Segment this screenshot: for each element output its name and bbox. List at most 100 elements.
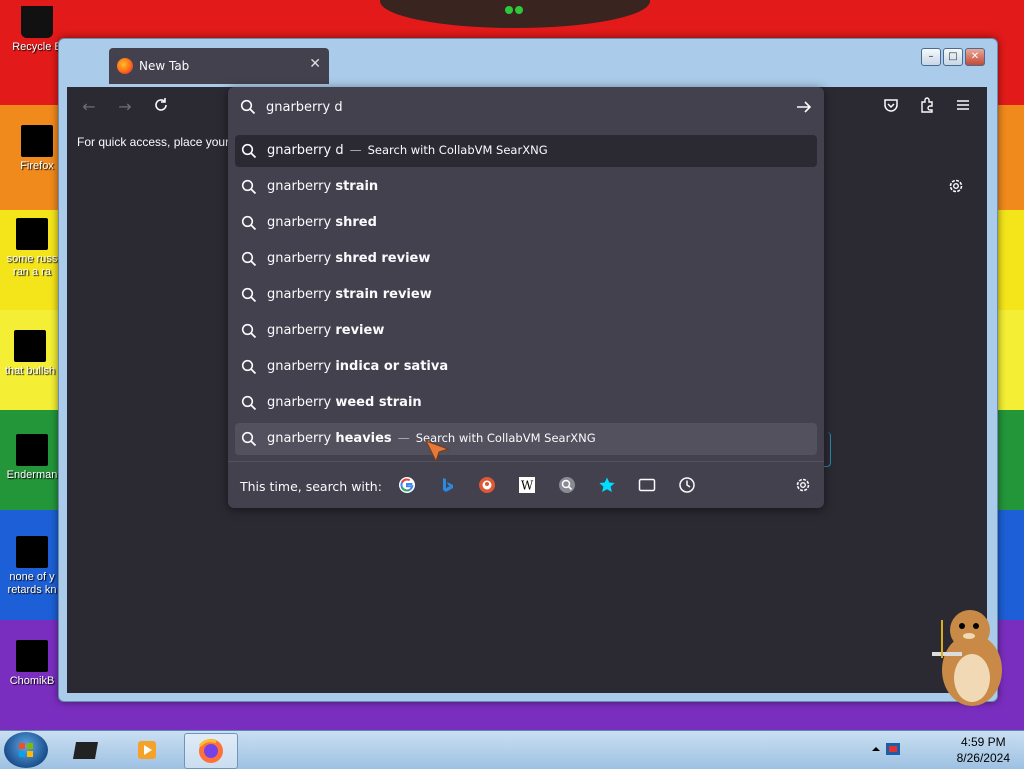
url-input[interactable]: gnarberry d	[228, 87, 824, 127]
maximize-button[interactable]: □	[943, 48, 963, 66]
file-icon	[16, 536, 48, 568]
suggestion-text: gnarberry shred review	[267, 251, 430, 266]
suggestion-prefix: gnarberry	[267, 287, 336, 302]
urlbar-dropdown: gnarberry d gnarberry d — Search with Coll…	[228, 87, 824, 508]
suggestion-row[interactable]: gnarberry indica or sativa	[235, 351, 817, 383]
desktop-icon-none-of-y[interactable]: none of y retards kn	[2, 536, 62, 597]
duckduckgo-icon[interactable]	[478, 476, 496, 494]
search-icon	[241, 143, 257, 159]
suggestion-prefix: gnarberry	[267, 395, 336, 410]
search-icon	[241, 215, 257, 231]
suggestion-prefix: gnarberry	[267, 251, 336, 266]
extensions-button[interactable]	[915, 97, 939, 117]
wikipedia-icon[interactable]: W	[518, 476, 536, 494]
svg-text:W: W	[521, 479, 534, 493]
file-icon	[16, 434, 48, 466]
suggestion-completion: indica or sativa	[335, 359, 449, 374]
desktop-icon-some-russ[interactable]: some russ ran a ra	[2, 218, 62, 279]
bing-icon[interactable]	[438, 476, 456, 494]
suggestion-row[interactable]: gnarberry strain	[235, 171, 817, 203]
suggestion-text: gnarberry strain	[267, 179, 378, 194]
search-icon	[241, 287, 257, 303]
suggestion-text: gnarberry weed strain	[267, 395, 422, 410]
taskbar-item-media-player[interactable]	[122, 733, 174, 767]
suggestion-row[interactable]: gnarberry strain review	[235, 279, 817, 311]
file-icon	[14, 330, 46, 362]
desktop-icon-enderman[interactable]: Enderman	[2, 434, 62, 482]
searxng-icon[interactable]	[558, 476, 576, 494]
tabs-icon[interactable]	[638, 476, 656, 494]
suggestion-row[interactable]: gnarberry shred	[235, 207, 817, 239]
taskbar-item-firefox[interactable]	[184, 733, 238, 769]
close-window-button[interactable]: ✕	[965, 48, 985, 66]
suggestion-completion: shred review	[335, 251, 431, 266]
search-icon	[241, 359, 257, 375]
suggestion-text: gnarberry strain review	[267, 287, 432, 302]
recycle-bin-icon	[21, 6, 53, 38]
google-icon[interactable]	[398, 476, 416, 494]
search-icon	[241, 179, 257, 195]
forward-button[interactable]: →	[113, 97, 137, 117]
tray-icons[interactable]	[864, 731, 904, 769]
search-settings-gear-icon[interactable]	[794, 476, 812, 494]
mouse-cursor-icon	[425, 440, 450, 462]
clock-time: 4:59 PM	[960, 735, 1006, 749]
suggestion-row[interactable]: gnarberry weed strain	[235, 387, 817, 419]
go-arrow-icon[interactable]	[794, 97, 814, 117]
desktop-icon-that-bullsh[interactable]: that bullsh	[0, 330, 60, 378]
suggestion-completion: shred	[335, 215, 377, 230]
search-icon	[241, 431, 257, 447]
suggestion-prefix: gnarberry d	[267, 143, 344, 158]
title-bar[interactable]: New Tab ✕ – □ ✕	[59, 39, 997, 87]
suggestion-completion: review	[335, 323, 385, 338]
reload-button[interactable]	[149, 97, 173, 117]
suggestion-completion: strain review	[335, 287, 432, 302]
desktop-icon-chomikb[interactable]: ChomikB	[2, 640, 62, 688]
suggestion-text: gnarberry shred	[267, 215, 377, 230]
start-button[interactable]	[4, 732, 48, 768]
suggestion-prefix: gnarberry	[267, 431, 336, 446]
tab-new-tab[interactable]: New Tab ✕	[109, 48, 329, 84]
pocket-icon	[884, 99, 898, 112]
reload-icon	[155, 98, 167, 111]
suggestion-row[interactable]: gnarberry heavies — Search with CollabVM S…	[235, 423, 817, 455]
file-icon	[16, 640, 48, 672]
desktop-icon-label: that bullsh	[4, 365, 56, 377]
desktop-icon-label: Enderman	[6, 469, 58, 481]
suggestion-completion: weed strain	[335, 395, 422, 410]
desktop-icon-label: ran a ra	[13, 266, 51, 278]
hamster-mascot-icon	[932, 610, 1002, 706]
search-icon	[241, 251, 257, 267]
newtab-settings-button[interactable]	[947, 177, 967, 197]
suggestion-separator: —	[349, 143, 362, 157]
file-icon	[16, 218, 48, 250]
desktop-icon-label: none of y	[9, 571, 55, 583]
desktop-icon-label: some russ	[6, 253, 58, 265]
firefox-icon	[198, 739, 223, 763]
suggestion-row[interactable]: gnarberry d — Search with CollabVM SearXNG	[235, 135, 817, 167]
suggestion-prefix: gnarberry	[267, 323, 336, 338]
close-tab-icon[interactable]: ✕	[309, 56, 321, 72]
search-icon	[241, 323, 257, 339]
clock-date: 8/26/2024	[956, 751, 1010, 765]
suggestion-row[interactable]: gnarberry review	[235, 315, 817, 347]
minimize-button[interactable]: –	[921, 48, 941, 66]
suggestion-prefix: gnarberry	[267, 359, 336, 374]
bookmarks-hint: For quick access, place your b	[77, 135, 240, 149]
suggestion-completion: heavies	[335, 431, 392, 446]
menu-button[interactable]	[951, 97, 975, 117]
suggestion-completion: strain	[335, 179, 379, 194]
url-input-value[interactable]: gnarberry d	[266, 100, 343, 115]
wallpaper-shape	[380, 0, 650, 28]
bookmarks-star-icon[interactable]	[598, 476, 616, 494]
history-icon[interactable]	[678, 476, 696, 494]
firefox-icon	[117, 58, 133, 74]
pocket-button[interactable]	[879, 97, 903, 117]
firefox-icon	[21, 125, 53, 157]
suggestion-action: Search with CollabVM SearXNG	[367, 143, 548, 157]
terminal-icon	[73, 742, 98, 759]
taskbar-item-terminal[interactable]	[62, 733, 114, 767]
clock[interactable]: 4:59 PM 8/26/2024	[957, 734, 1010, 766]
suggestion-row[interactable]: gnarberry shred review	[235, 243, 817, 275]
back-button[interactable]: ←	[77, 97, 101, 117]
